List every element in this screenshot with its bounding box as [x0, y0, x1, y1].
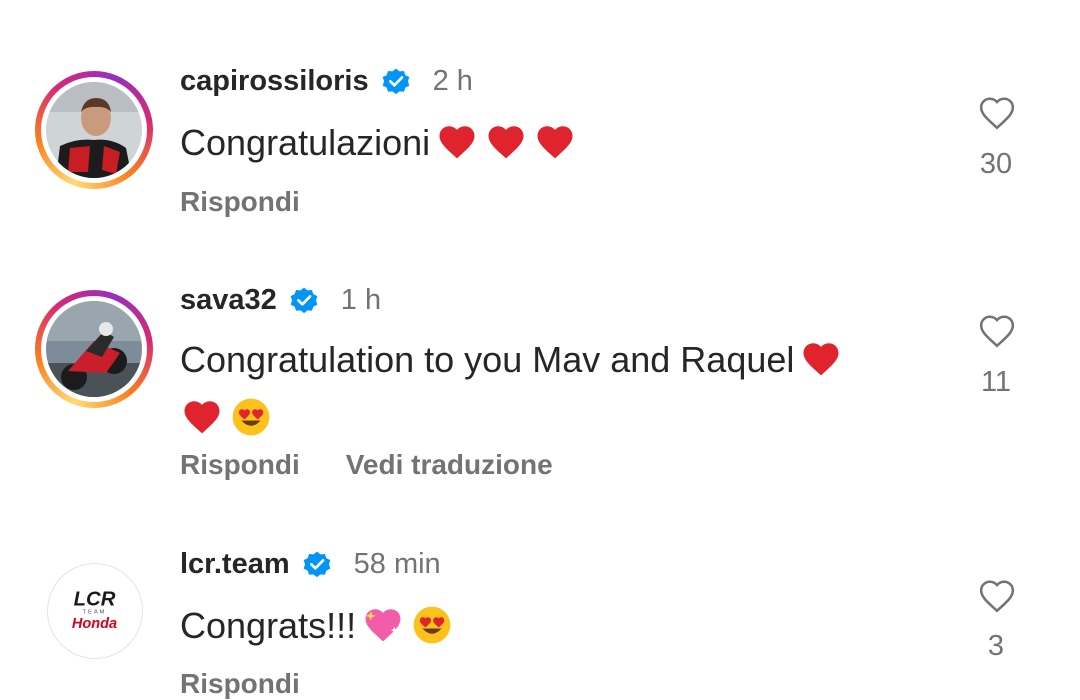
verified-badge-icon	[303, 551, 330, 578]
comment-text-block: Congratulation to you Mav and Raquel	[180, 331, 940, 447]
reply-button[interactable]: Rispondi	[180, 668, 300, 700]
comment-timestamp: 2 h	[432, 64, 473, 97]
comment-timestamp: 1 h	[340, 283, 382, 316]
comment-text: Congratulation to you Mav and Raquel	[180, 339, 795, 380]
svg-text:Honda: Honda	[72, 616, 117, 632]
avatar	[46, 301, 142, 397]
avatar	[46, 82, 142, 178]
red-heart-emoji-icon	[484, 121, 528, 163]
avatar[interactable]: LCR TEAM Honda	[47, 563, 143, 659]
reply-button[interactable]: Rispondi	[180, 186, 300, 218]
like-count: 30	[979, 148, 1013, 180]
avatar-story-ring[interactable]	[35, 71, 153, 189]
svg-text:TEAM: TEAM	[83, 609, 107, 615]
heart-outline-icon[interactable]	[976, 577, 1018, 615]
reply-button[interactable]: Rispondi	[180, 449, 300, 481]
red-heart-emoji-icon	[180, 396, 224, 438]
like-count: 11	[980, 366, 1012, 398]
heart-eyes-face-emoji-icon	[229, 396, 273, 438]
comment-username[interactable]: sava32	[180, 284, 277, 317]
see-translation-button[interactable]: Vedi traduzione	[346, 449, 553, 481]
verified-badge-icon	[290, 287, 318, 314]
like-count: 3	[987, 630, 1005, 662]
comment-text-block: Congratulazioni	[180, 114, 940, 172]
heart-outline-icon[interactable]	[976, 94, 1018, 132]
avatar-story-ring[interactable]	[35, 290, 153, 408]
red-heart-emoji-icon	[435, 121, 479, 163]
heart-outline-icon[interactable]	[976, 312, 1018, 350]
comment-username[interactable]: lcr.team	[180, 548, 290, 581]
heart-eyes-face-emoji-icon	[410, 604, 454, 646]
red-heart-emoji-icon	[533, 121, 577, 163]
comment-username[interactable]: capirossiloris	[180, 65, 369, 98]
verified-badge-icon	[382, 68, 409, 95]
previous-comment-fragment	[228, 0, 242, 4]
svg-text:LCR: LCR	[74, 589, 116, 611]
comment-timestamp: 58 min	[353, 547, 441, 580]
red-heart-emoji-icon	[799, 338, 843, 380]
comment-text-block: Congrats!!!	[180, 597, 940, 655]
sparkling-heart-emoji-icon	[361, 604, 405, 646]
comment-text: Congrats!!!	[180, 605, 357, 646]
lcr-honda-logo: LCR TEAM Honda	[72, 589, 117, 632]
comment-text: Congratulazioni	[180, 122, 431, 163]
